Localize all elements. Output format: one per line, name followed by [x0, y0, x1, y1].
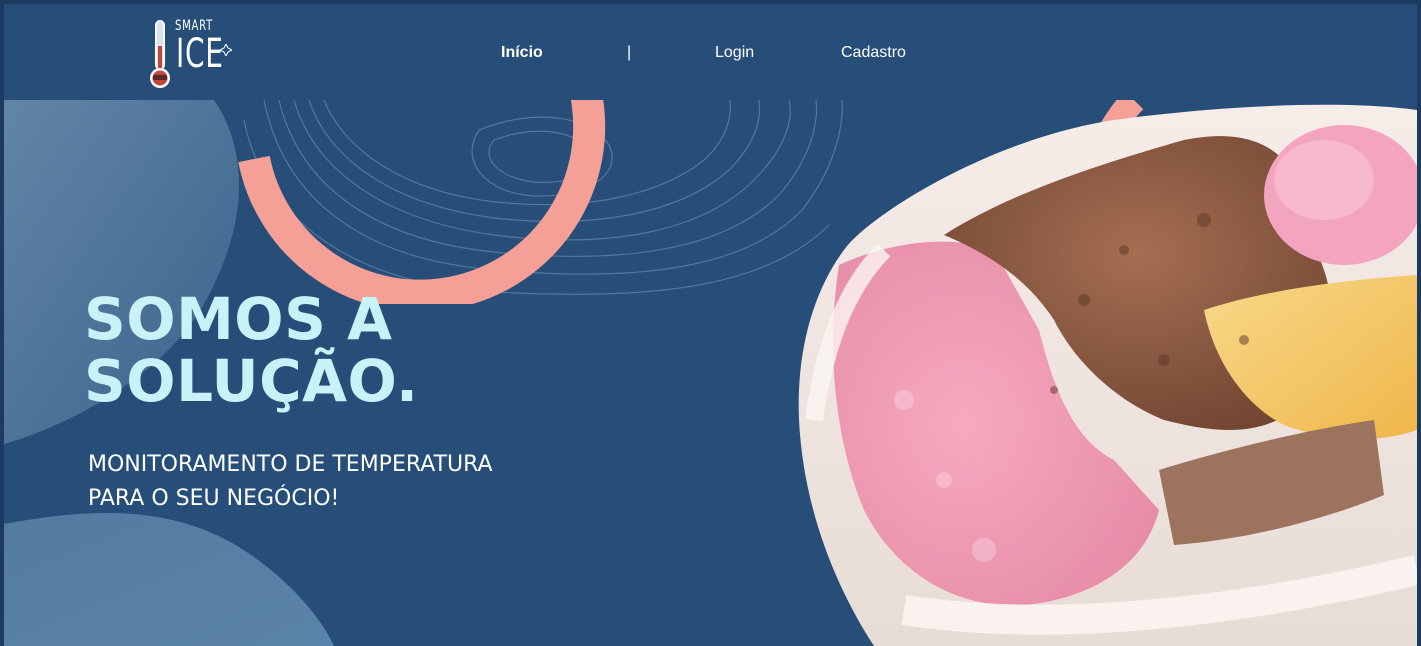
top-navbar: SMART ICE Início | Login Cadastro	[4, 4, 1417, 100]
hero-title-line1: SOMOS A	[84, 285, 393, 353]
ice-cream-tub-image	[798, 104, 1417, 646]
hero-title-line2: SOLUÇÃO.	[84, 347, 419, 415]
logo-text-ice: ICE	[176, 31, 224, 77]
nav-separator: |	[627, 44, 632, 61]
thermometer-icon	[150, 20, 170, 88]
nav-link-login[interactable]: Login	[715, 44, 754, 62]
nav-link-cadastro[interactable]: Cadastro	[841, 44, 906, 62]
page-frame: SMART ICE Início | Login Cadastro SOMOS …	[4, 4, 1417, 646]
hero-title: SOMOS A SOLUÇÃO.	[84, 288, 419, 412]
brand-logo[interactable]: SMART ICE	[144, 16, 234, 90]
sparkle-icon	[220, 44, 232, 56]
hero-subtitle-line2: PARA O SEU NEGÓCIO!	[88, 486, 340, 511]
hero-subtitle: MONITORAMENTO DE TEMPERATURA PARA O SEU …	[88, 448, 493, 516]
hero-subtitle-line1: MONITORAMENTO DE TEMPERATURA	[88, 452, 493, 477]
nav-link-inicio[interactable]: Início	[501, 44, 543, 62]
